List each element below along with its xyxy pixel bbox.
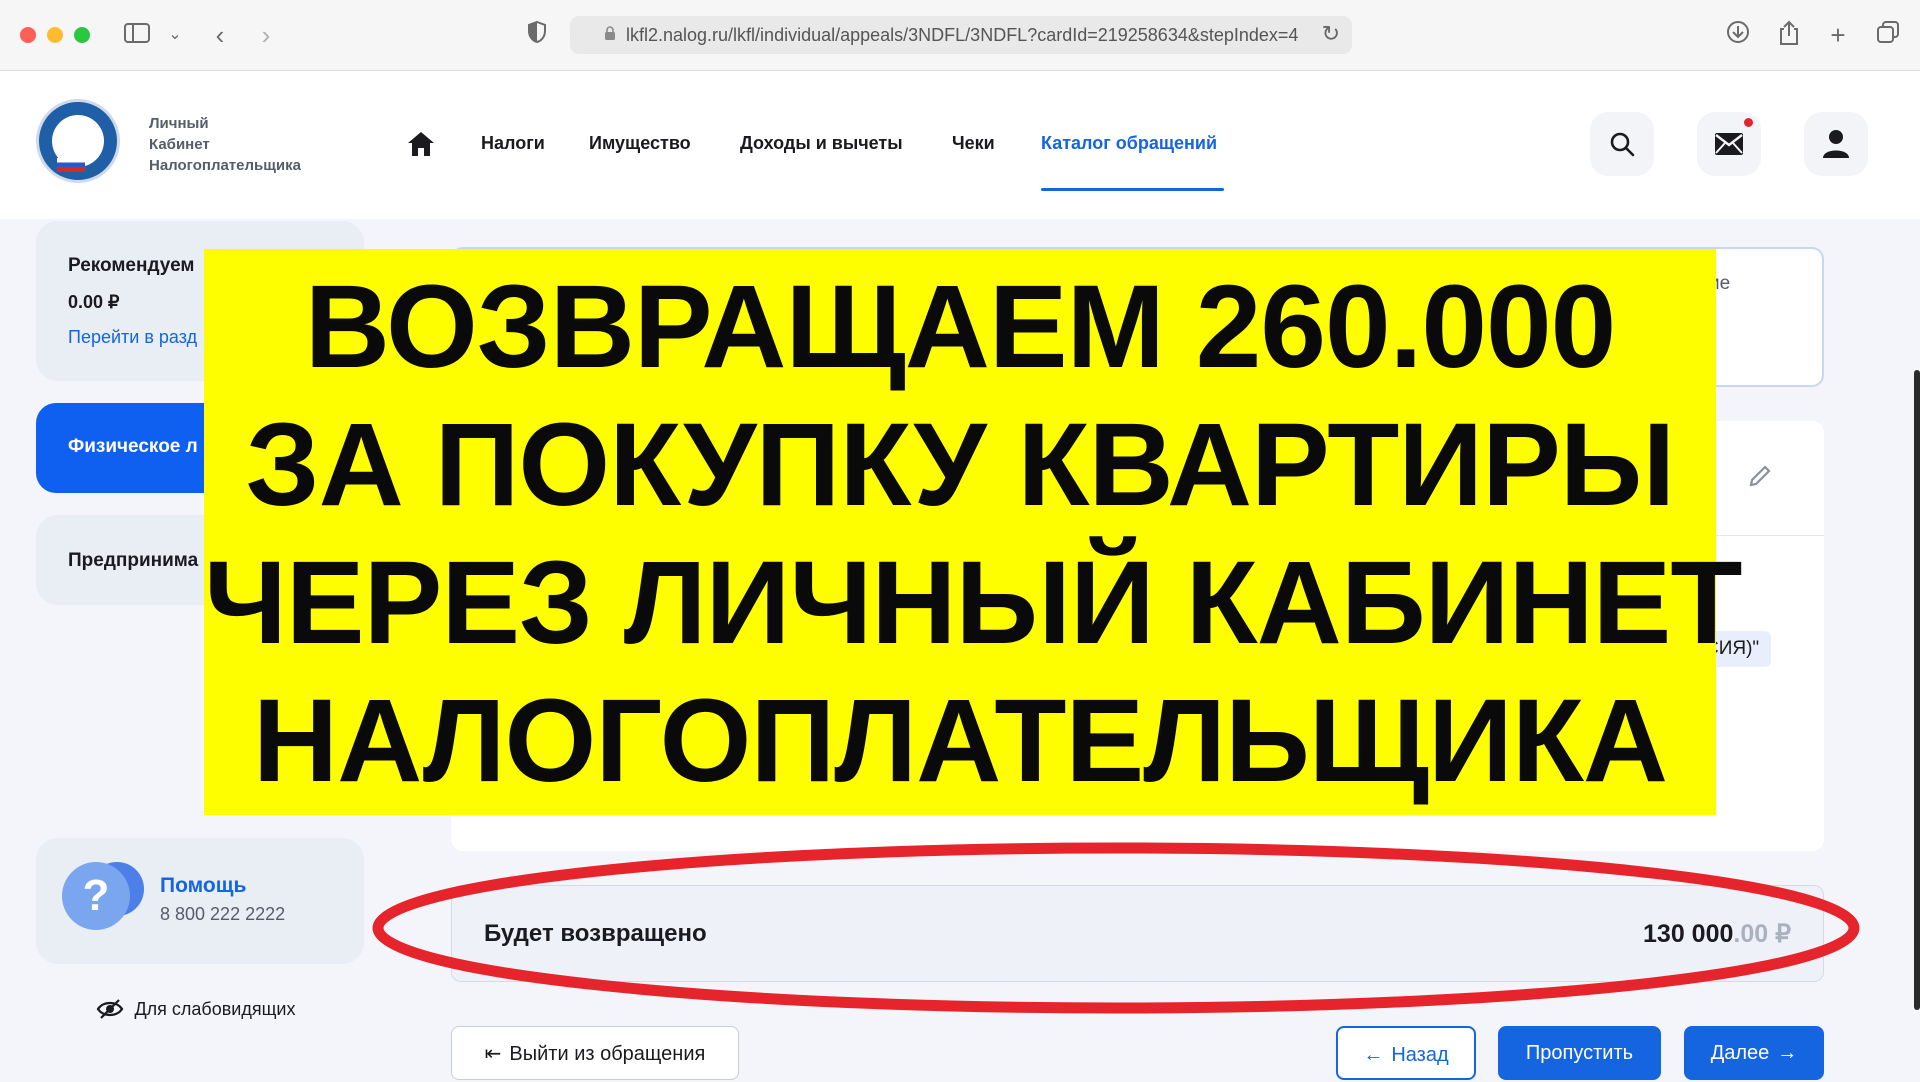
address-bar[interactable]: lkfl2.nalog.ru/lkfl/individual/appeals/3… [570,16,1352,54]
banner-line-4: НАЛОГОПЛАТЕЛЬЩИКА [252,675,1668,807]
entrepreneur-label: Предпринима [68,550,199,571]
sidebar-toggle-icon[interactable] [122,20,152,50]
zoom-window-button[interactable] [74,27,90,43]
recommended-link[interactable]: Перейти в разд [68,327,197,348]
nav-taxes[interactable]: Налоги [481,133,545,154]
share-icon[interactable] [1774,20,1804,50]
tab-overview-icon[interactable] [1873,20,1903,50]
url-text: lkfl2.nalog.ru/lkfl/individual/appeals/3… [626,25,1299,45]
minimize-window-button[interactable] [47,27,63,43]
page-scrollbar[interactable] [1914,370,1920,1010]
chevron-down-icon[interactable]: ⌄ [160,20,190,50]
browser-toolbar: ⌄ ‹ › lkfl2.nalog.ru/lkfl/individual/app… [0,0,1920,71]
lock-icon [605,26,615,40]
envelope-icon [1715,133,1743,155]
exit-label: Выйти из обращения [509,1043,706,1065]
refund-amount: 130 000.00 ₽ [1643,919,1791,949]
back-button[interactable]: ← Назад [1336,1026,1476,1080]
pencil-icon[interactable] [1747,463,1773,489]
refund-amount-cents: .00 ₽ [1733,920,1791,948]
back-arrow-icon[interactable]: ‹ [205,20,235,50]
nav-receipts[interactable]: Чеки [952,133,995,154]
forward-arrow-icon[interactable]: › [251,20,281,50]
help-phone: 8 800 222 2222 [160,904,286,924]
help-title: Помощь [160,874,247,897]
recommended-amount: 0.00 ₽ [68,292,120,312]
exit-icon: ⇤ [484,1043,502,1065]
next-button[interactable]: Далее → [1684,1026,1824,1080]
arrow-left-icon: ← [1363,1044,1384,1066]
brand-text[interactable]: Личный Кабинет Налогоплательщика [149,113,301,176]
arrow-right-icon: → [1777,1042,1798,1064]
brand-line-1: Личный [149,115,209,132]
banner-line-1: ВОЗВРАЩАЕМ 260.000 [304,261,1617,393]
brand-line-2: Кабинет [149,136,210,153]
search-button[interactable] [1590,112,1654,176]
unread-badge [1744,118,1753,127]
refund-amount-main: 130 000 [1643,920,1734,948]
download-icon[interactable] [1723,20,1753,50]
messages-button[interactable] [1697,112,1761,176]
banner-line-2: ЗА ПОКУПКУ КВАРТИРЫ [245,399,1676,531]
reload-icon[interactable]: ↻ [1322,21,1340,47]
profile-button[interactable] [1804,112,1868,176]
banner-line-3: ЧЕРЕЗ ЛИЧНЫЙ КАБИНЕТ [204,537,1742,669]
recommended-title: Рекомендуем [68,255,195,276]
nav-income-deductions[interactable]: Доходы и вычеты [740,133,903,154]
back-label: Назад [1391,1044,1449,1066]
refund-result: Будет возвращено 130 000.00 ₽ [451,885,1824,982]
question-icon: ? [62,862,130,930]
refund-label: Будет возвращено [484,920,707,947]
promo-banner: ВОЗВРАЩАЕМ 260.000 ЗА ПОКУПКУ КВАРТИРЫ Ч… [204,249,1742,815]
exit-appeal-button[interactable]: ⇤ Выйти из обращения [451,1026,739,1080]
fns-logo-icon[interactable] [36,99,120,183]
nav-property[interactable]: Имущество [589,133,691,154]
brand-line-3: Налогоплательщика [149,157,301,174]
user-icon [1823,130,1849,158]
home-icon[interactable] [406,129,436,159]
eye-crossed-icon [96,999,124,1019]
search-icon [1610,132,1635,157]
accessibility-label: Для слабовидящих [134,998,296,1019]
next-label: Далее [1710,1042,1770,1064]
accessibility-link[interactable]: Для слабовидящих [96,998,295,1020]
nav-active-indicator [1041,188,1224,191]
skip-label: Пропустить [1525,1042,1634,1064]
close-window-button[interactable] [20,27,36,43]
site-header: Личный Кабинет Налогоплательщика Налоги … [0,71,1920,219]
nav-appeals-catalog[interactable]: Каталог обращений [1041,133,1217,154]
new-tab-icon[interactable]: + [1823,20,1853,50]
individual-label: Физическое л [68,436,198,457]
skip-button[interactable]: Пропустить [1498,1026,1661,1080]
shield-icon[interactable] [522,20,552,50]
